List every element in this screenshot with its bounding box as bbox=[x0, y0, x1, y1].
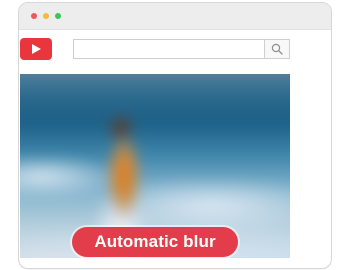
search-input[interactable] bbox=[73, 39, 265, 59]
video-site-logo[interactable] bbox=[20, 38, 52, 60]
maximize-window-button[interactable] bbox=[55, 13, 61, 19]
play-icon bbox=[32, 44, 41, 54]
minimize-window-button[interactable] bbox=[43, 13, 49, 19]
close-window-button[interactable] bbox=[31, 13, 37, 19]
search-button[interactable] bbox=[264, 39, 290, 59]
automatic-blur-badge: Automatic blur bbox=[72, 227, 238, 257]
title-bar bbox=[19, 3, 331, 30]
search-icon bbox=[271, 43, 283, 55]
